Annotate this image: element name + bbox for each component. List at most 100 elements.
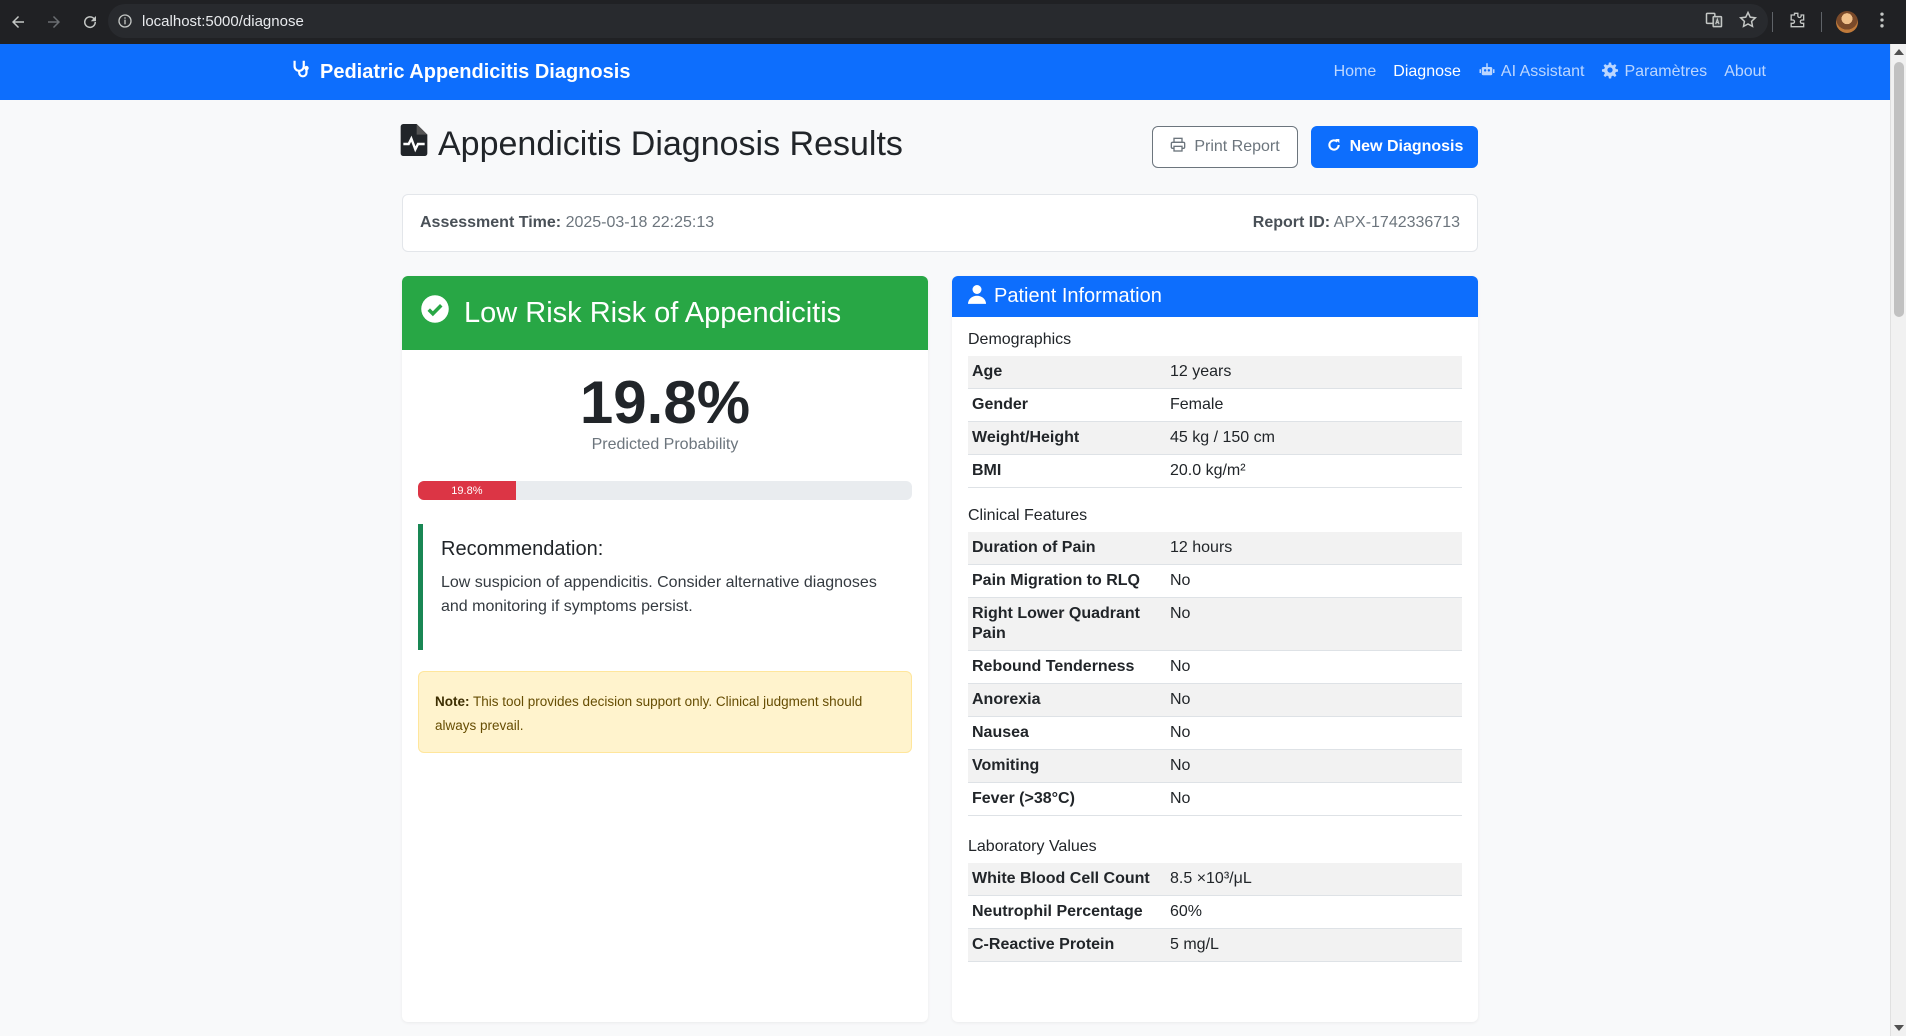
row-value: 12 years xyxy=(1166,356,1462,389)
patient-title: Patient Information xyxy=(994,285,1162,307)
nav-diagnose-label: Diagnose xyxy=(1393,63,1461,80)
forward-icon[interactable] xyxy=(36,4,72,40)
recommendation-title: Recommendation: xyxy=(441,538,604,560)
scroll-up-arrow-icon[interactable] xyxy=(1894,49,1904,55)
table-row: Neutrophil Percentage 60% xyxy=(968,895,1462,929)
row-value: No xyxy=(1166,597,1462,651)
probability-label: Predicted Probability xyxy=(591,436,739,453)
nav-about-label: About xyxy=(1724,63,1766,80)
table-row: White Blood Cell Count 8.5 ×10³/μL xyxy=(968,863,1462,896)
toolbar-divider xyxy=(1821,12,1822,32)
progress-label: 19.8% xyxy=(451,484,483,497)
reload-icon[interactable] xyxy=(72,4,108,40)
profile-avatar[interactable] xyxy=(1836,11,1858,33)
url-text[interactable]: localhost:5000/diagnose xyxy=(142,13,304,30)
probability-progress-fill: 19.8% xyxy=(418,481,516,500)
probability-progress-bar: 19.8% xyxy=(418,481,912,500)
row-label: Nausea xyxy=(968,716,1166,750)
row-label: Right Lower Quadrant Pain xyxy=(968,597,1166,651)
row-value: No xyxy=(1166,564,1462,598)
check-circle-icon xyxy=(420,294,450,332)
table-row: BMI 20.0 kg/m² xyxy=(968,454,1462,488)
clinical-title: Clinical Features xyxy=(968,507,1088,524)
row-value: No xyxy=(1166,683,1462,717)
row-value: 45 kg / 150 cm xyxy=(1166,421,1462,455)
row-label: Rebound Tenderness xyxy=(968,650,1166,684)
row-label: Vomiting xyxy=(968,749,1166,783)
file-medical-icon xyxy=(400,124,428,165)
menu-kebab-icon[interactable] xyxy=(1872,10,1892,35)
row-value: 5 mg/L xyxy=(1166,928,1462,962)
nav-parametres[interactable]: Paramètres xyxy=(1601,61,1707,84)
table-row: Nausea No xyxy=(968,716,1462,750)
nav-home-label: Home xyxy=(1333,63,1377,80)
table-row: Rebound Tenderness No xyxy=(968,650,1462,684)
print-report-button[interactable]: Print Report xyxy=(1152,126,1298,168)
redo-icon xyxy=(1326,137,1342,158)
table-row: Gender Female xyxy=(968,388,1462,422)
stethoscope-icon xyxy=(290,58,312,86)
table-row: Weight/Height 45 kg / 150 cm xyxy=(968,421,1462,455)
risk-header: Low Risk Risk of Appendicitis xyxy=(402,276,928,350)
nav-about[interactable]: About xyxy=(1724,63,1766,81)
app-navbar: Pediatric Appendicitis Diagnosis Home Di… xyxy=(0,44,1890,100)
disclaimer-note: Note: This tool provides decision suppor… xyxy=(418,671,912,753)
nav-ai-assistant[interactable]: AI Assistant xyxy=(1478,61,1585,84)
page-scrollbar[interactable] xyxy=(1890,44,1906,1036)
table-row: Age 12 years xyxy=(968,356,1462,389)
assessment-time-value: 2025-03-18 22:25:13 xyxy=(565,214,715,231)
bookmark-star-icon[interactable] xyxy=(1738,10,1758,35)
demographics-table: Age 12 years Gender Female Weight/Height 45… xyxy=(968,356,1462,488)
brand-link[interactable]: Pediatric Appendicitis Diagnosis xyxy=(290,44,630,100)
row-value: No xyxy=(1166,650,1462,684)
report-id: Report ID: APX-1742336713 xyxy=(1253,214,1460,232)
table-row: Vomiting No xyxy=(968,749,1462,783)
patient-info-card: Patient Information Demographics Age 12 y… xyxy=(952,276,1478,1022)
row-label: BMI xyxy=(968,454,1166,488)
demographics-title: Demographics xyxy=(968,331,1072,348)
print-report-label: Print Report xyxy=(1194,138,1280,155)
scroll-down-arrow-icon[interactable] xyxy=(1894,1025,1904,1031)
new-diagnosis-button[interactable]: New Diagnosis xyxy=(1311,126,1478,168)
page-title-text: Appendicitis Diagnosis Results xyxy=(438,125,903,163)
assessment-meta-card: Assessment Time: 2025-03-18 22:25:13 Rep… xyxy=(402,194,1478,252)
user-icon xyxy=(968,284,986,310)
row-label: Age xyxy=(968,356,1166,389)
brand-title: Pediatric Appendicitis Diagnosis xyxy=(320,60,631,83)
table-row: Anorexia No xyxy=(968,683,1462,717)
address-bar[interactable]: localhost:5000/diagnose xyxy=(108,4,1768,38)
table-row: Duration of Pain 12 hours xyxy=(968,532,1462,565)
site-info-icon[interactable] xyxy=(108,13,142,29)
translate-icon[interactable] xyxy=(1704,10,1724,35)
nav-home[interactable]: Home xyxy=(1334,63,1377,81)
risk-result-card: Low Risk Risk of Appendicitis 19.8% Pred… xyxy=(402,276,928,1022)
extensions-icon[interactable] xyxy=(1787,10,1807,35)
recommendation-text: Low suspicion of appendicitis. Consider … xyxy=(441,574,877,615)
row-value: 60% xyxy=(1166,895,1462,929)
row-label: C-Reactive Protein xyxy=(968,928,1166,962)
nav-ai-assistant-label: AI Assistant xyxy=(1500,63,1585,80)
back-icon[interactable] xyxy=(0,4,36,40)
nav-parametres-label: Paramètres xyxy=(1624,63,1708,80)
table-row: Right Lower Quadrant Pain No xyxy=(968,597,1462,651)
table-row: C-Reactive Protein 5 mg/L xyxy=(968,928,1462,962)
laboratory-title: Laboratory Values xyxy=(968,838,1097,855)
scrollbar-thumb[interactable] xyxy=(1894,62,1904,317)
clinical-table: Duration of Pain 12 hours Pain Migration … xyxy=(968,532,1462,816)
table-row: Pain Migration to RLQ No xyxy=(968,564,1462,598)
page-title: Appendicitis Diagnosis Results xyxy=(400,124,903,165)
row-value: Female xyxy=(1166,388,1462,422)
row-label: Gender xyxy=(968,388,1166,422)
row-value: No xyxy=(1166,749,1462,783)
table-row: Fever (>38°C) No xyxy=(968,782,1462,816)
recommendation-block: Recommendation: Low suspicion of appendi… xyxy=(418,524,912,650)
robot-icon xyxy=(1478,61,1496,84)
report-id-value: APX-1742336713 xyxy=(1333,214,1460,231)
new-diagnosis-label: New Diagnosis xyxy=(1349,138,1464,155)
laboratory-table: White Blood Cell Count 8.5 ×10³/μL Neutro… xyxy=(968,863,1462,962)
report-id-label: Report ID: xyxy=(1252,214,1331,231)
row-value: 20.0 kg/m² xyxy=(1166,454,1462,488)
row-label: Weight/Height xyxy=(968,421,1166,455)
nav-diagnose[interactable]: Diagnose xyxy=(1393,63,1461,81)
risk-title: Low Risk Risk of Appendicitis xyxy=(464,296,842,329)
